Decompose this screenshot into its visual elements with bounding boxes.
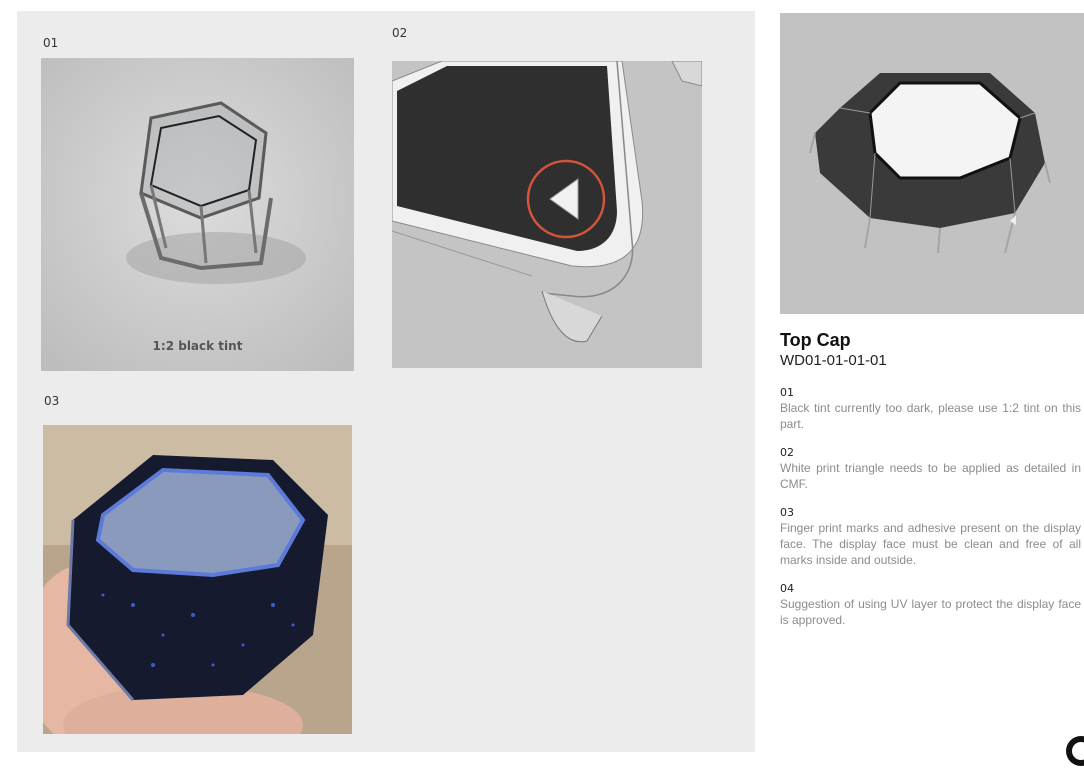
notes-list: 01 Black tint currently too dark, please… [780, 386, 1081, 642]
image-label-02: 02 [392, 26, 408, 40]
note-number: 02 [780, 446, 794, 459]
photo-tinted-cap: 1:2 black tint [41, 58, 354, 371]
note-item: 04 Suggestion of using UV layer to prote… [780, 582, 1081, 628]
note-text: Suggestion of using UV layer to protect … [780, 597, 1081, 627]
note-item: 02 White print triangle needs to be appl… [780, 446, 1081, 492]
render-triangle-detail [392, 61, 702, 368]
image-label-03: 03 [44, 394, 60, 408]
brand-logo-mark [1066, 736, 1084, 766]
photo-hand-held-cap [43, 425, 352, 734]
note-number: 03 [780, 506, 794, 519]
note-number: 04 [780, 582, 794, 595]
photo-caption: 1:2 black tint [152, 339, 243, 353]
note-item: 03 Finger print marks and adhesive prese… [780, 506, 1081, 568]
note-number: 01 [780, 386, 794, 399]
note-text: White print triangle needs to be applied… [780, 461, 1081, 491]
image-label-01: 01 [43, 36, 59, 50]
note-item: 01 Black tint currently too dark, please… [780, 386, 1081, 432]
note-text: Finger print marks and adhesive present … [780, 521, 1081, 567]
render-top-cap [780, 13, 1084, 314]
part-title: Top Cap [780, 330, 851, 350]
part-code: WD01-01-01-01 [780, 352, 887, 369]
note-text: Black tint currently too dark, please us… [780, 401, 1081, 431]
